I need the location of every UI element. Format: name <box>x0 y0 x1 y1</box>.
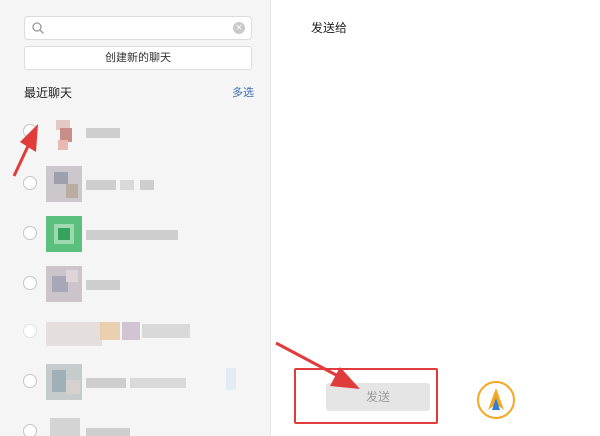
contact-name-blurred <box>86 128 120 138</box>
contact-item[interactable] <box>0 162 270 206</box>
select-radio[interactable] <box>23 374 37 388</box>
avatar <box>46 166 82 202</box>
avatar <box>46 114 82 150</box>
watermark-logo-icon <box>477 381 515 419</box>
send-button[interactable]: 发送 <box>326 383 430 411</box>
avatar <box>46 314 102 350</box>
contact-item[interactable] <box>0 410 270 436</box>
select-radio[interactable] <box>23 276 37 290</box>
select-radio[interactable] <box>23 176 37 190</box>
watermark-subtitle: DAI LIAN TONG <box>524 405 592 414</box>
avatar <box>46 364 82 400</box>
contact-name-blurred <box>86 280 120 290</box>
contact-item[interactable] <box>0 212 270 256</box>
contact-item[interactable] <box>0 310 270 354</box>
create-new-chat-button[interactable]: 创建新的聊天 <box>24 46 252 70</box>
clear-search-icon[interactable]: × <box>233 22 245 34</box>
select-radio[interactable] <box>23 124 37 138</box>
contact-item[interactable] <box>0 262 270 306</box>
select-radio[interactable] <box>23 424 37 436</box>
search-box[interactable]: × <box>24 16 252 40</box>
select-radio[interactable] <box>23 324 37 338</box>
search-icon <box>32 22 44 34</box>
multi-select-link[interactable]: 多选 <box>232 84 254 100</box>
contact-name-blurred <box>86 428 130 436</box>
select-radio[interactable] <box>23 226 37 240</box>
contact-name-blurred <box>142 324 190 338</box>
contact-name-blurred <box>122 322 140 340</box>
avatar <box>46 216 82 252</box>
contact-item[interactable] <box>0 110 270 154</box>
watermark-title: 代练通 <box>522 384 579 405</box>
contact-name-blurred <box>86 180 116 190</box>
avatar <box>46 266 82 302</box>
contact-name-blurred <box>86 230 178 240</box>
send-to-label: 发送给 <box>311 21 348 35</box>
contact-name-blurred <box>130 378 186 388</box>
contact-item[interactable] <box>0 360 270 404</box>
contact-name-blurred <box>140 180 154 190</box>
contact-name-blurred <box>100 322 120 340</box>
contact-name-blurred <box>120 180 134 190</box>
avatar <box>46 414 82 436</box>
contact-name-blurred <box>86 378 126 388</box>
recent-chats-title: 最近聊天 <box>24 86 73 100</box>
contact-picker-panel: × 创建新的聊天 最近聊天 多选 <box>0 0 271 436</box>
watermark: 代练通 DAI LIAN TONG <box>462 366 600 436</box>
search-input[interactable] <box>49 19 233 39</box>
contact-name-blurred <box>226 368 236 390</box>
